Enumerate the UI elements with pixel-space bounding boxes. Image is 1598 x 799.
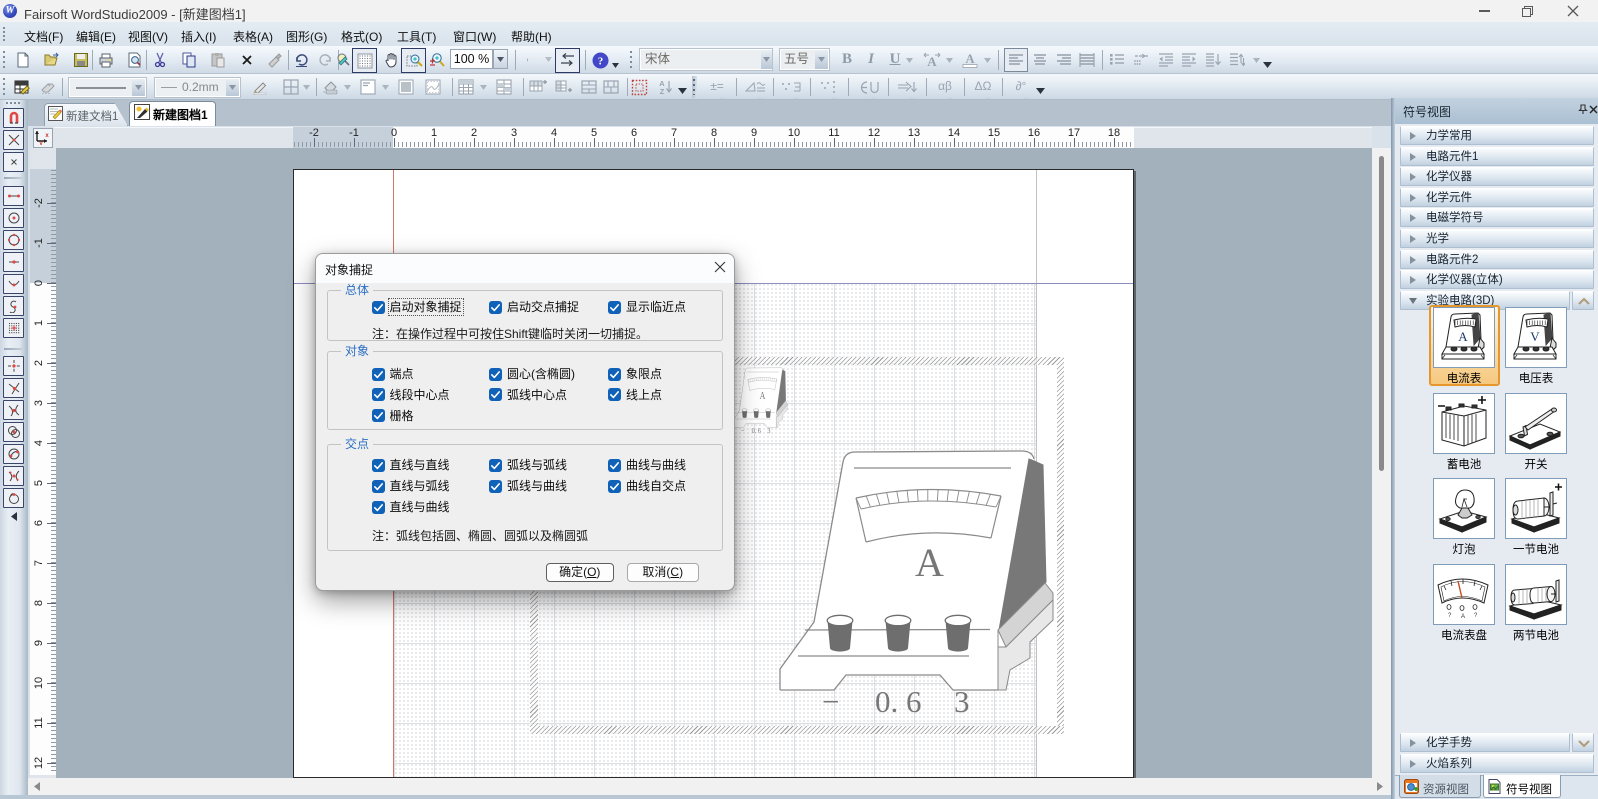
- svg-text:x: x: [45, 133, 49, 139]
- svg-text:?: ?: [598, 56, 604, 68]
- svg-text:A: A: [927, 54, 937, 68]
- svg-text:Z: Z: [660, 87, 665, 95]
- svg-text:A: A: [915, 540, 944, 585]
- svg-text:V: V: [1530, 329, 1540, 344]
- svg-text:−: −: [741, 426, 745, 435]
- svg-text:3: 3: [767, 426, 771, 435]
- svg-text:3: 3: [954, 684, 970, 719]
- svg-text:0. 6: 0. 6: [752, 426, 762, 435]
- svg-text:A: A: [965, 52, 974, 66]
- svg-text:0. 6: 0. 6: [875, 684, 922, 719]
- svg-text:A: A: [1458, 329, 1468, 344]
- svg-text:A: A: [1461, 614, 1465, 620]
- svg-text:−: −: [822, 684, 839, 719]
- svg-text:?: ?: [1474, 613, 1478, 619]
- svg-text:A: A: [760, 390, 766, 401]
- svg-text:?: ?: [1448, 613, 1452, 619]
